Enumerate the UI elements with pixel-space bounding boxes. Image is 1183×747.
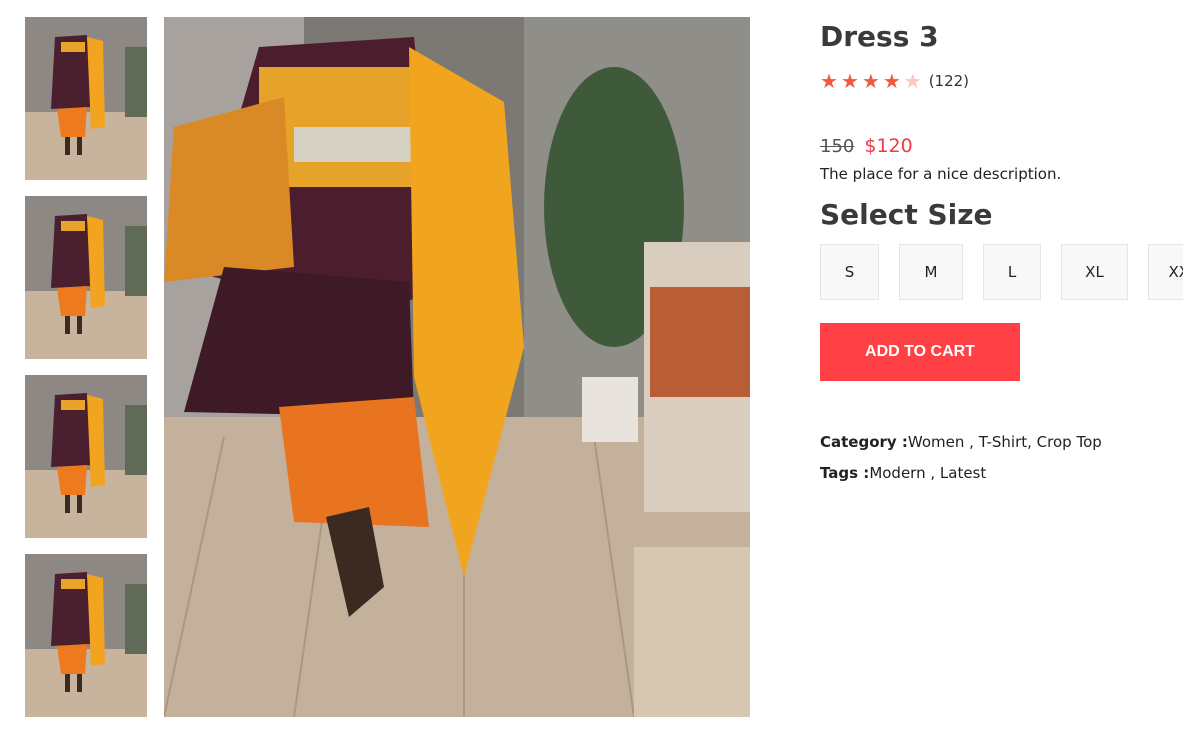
star-icon: ★ — [840, 69, 859, 93]
size-option-xl[interactable]: XL — [1061, 244, 1128, 300]
star-empty-icon: ★ — [903, 69, 922, 93]
tags-value: Modern , Latest — [869, 464, 987, 482]
star-icon: ★ — [861, 69, 880, 93]
product-thumbnail[interactable] — [25, 196, 147, 359]
tags-line: Tags :Modern , Latest — [820, 464, 986, 482]
dress-photo-thumb — [25, 554, 147, 717]
product-thumbnail[interactable] — [25, 554, 147, 717]
dress-photo-thumb — [25, 375, 147, 538]
main-product-image[interactable] — [164, 17, 750, 717]
size-option-l[interactable]: L — [983, 244, 1041, 300]
category-value: Women , T-Shirt, Crop Top — [907, 433, 1102, 451]
size-option-xxl[interactable]: XXL — [1148, 244, 1183, 300]
price-block: 150 $120 — [820, 135, 913, 157]
size-heading: Select Size — [820, 198, 993, 231]
product-thumbnail[interactable] — [25, 17, 147, 180]
product-rating: ★ ★ ★ ★ ★ (122) — [820, 70, 969, 92]
tags-label: Tags : — [820, 464, 870, 482]
rating-count: (122) — [928, 72, 970, 90]
product-description: The place for a nice description. — [820, 165, 1062, 183]
old-price: 150 — [820, 136, 855, 157]
category-label: Category : — [820, 433, 908, 451]
category-line: Category :Women , T-Shirt, Crop Top — [820, 433, 1102, 451]
size-option-s[interactable]: S — [820, 244, 879, 300]
add-to-cart-button[interactable]: ADD TO CART — [820, 323, 1020, 381]
dress-photo — [164, 17, 750, 717]
dress-photo-thumb — [25, 196, 147, 359]
star-icon: ★ — [820, 69, 838, 93]
product-title: Dress 3 — [820, 20, 939, 53]
dress-photo-thumb — [25, 17, 147, 180]
size-options: S M L XL XXL — [820, 244, 1183, 304]
size-option-m[interactable]: M — [899, 244, 963, 300]
star-icon: ★ — [882, 69, 901, 93]
product-thumbnail[interactable] — [25, 375, 147, 538]
thumbnail-gallery — [25, 17, 147, 733]
current-price: $120 — [864, 135, 913, 157]
